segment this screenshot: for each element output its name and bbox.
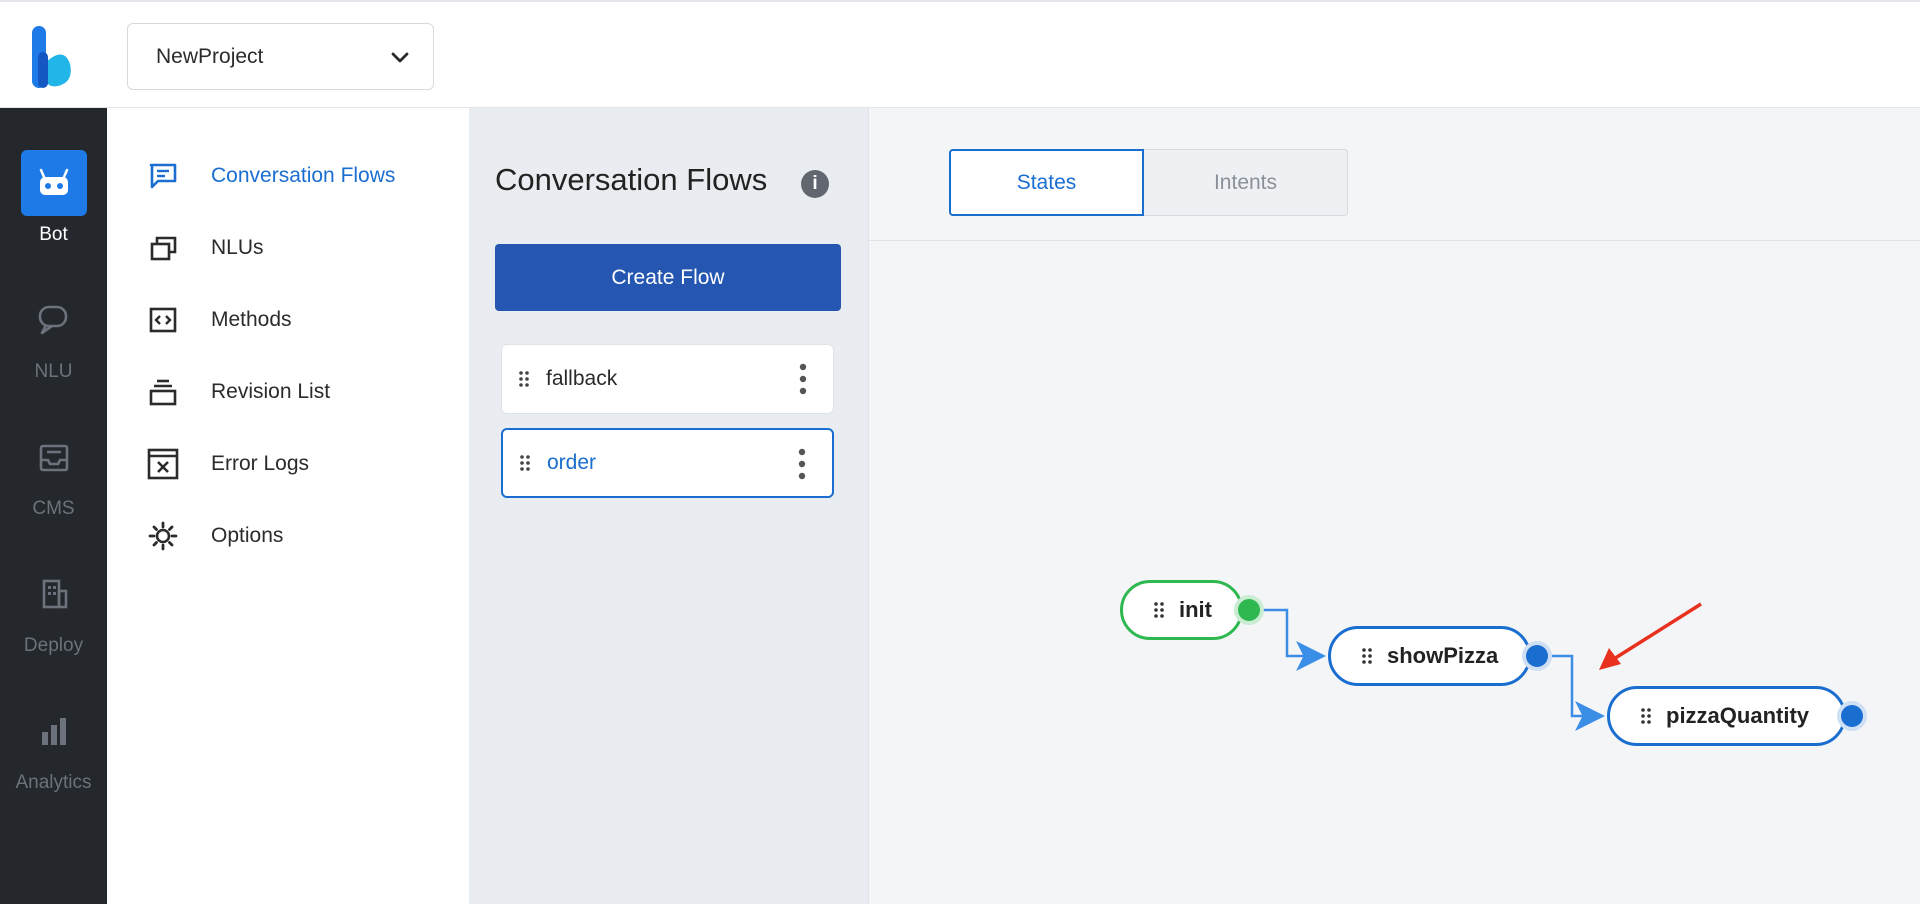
drag-handle-icon[interactable] [1153, 601, 1165, 619]
nav-label: NLUs [211, 236, 264, 259]
nav-label: Revision List [211, 380, 331, 403]
project-name: NewProject [156, 44, 264, 68]
nav-item-error-logs[interactable]: Error Logs [145, 444, 309, 484]
nav-item-options[interactable]: Options [145, 516, 283, 556]
annotation-arrow [1608, 602, 1702, 664]
state-node-showpizza[interactable]: showPizza [1328, 626, 1531, 686]
rail-label-nlu: NLU [34, 361, 73, 382]
primary-rail: Bot NLU CMS Deploy Analytics [0, 108, 107, 904]
output-port-init[interactable] [1238, 599, 1260, 621]
nav-label: Error Logs [211, 452, 310, 475]
nav-label: Methods [211, 308, 292, 331]
error-window-icon [145, 446, 181, 482]
panel-title: Conversation Flows [495, 162, 768, 197]
nav-item-conversation-flows[interactable]: Conversation Flows [145, 156, 395, 196]
layers-icon [145, 374, 181, 410]
message-square-icon [145, 158, 181, 194]
flow-item-fallback[interactable]: fallback [501, 344, 834, 414]
edge-showpizza-to-pizzaquantity [1549, 654, 1605, 731]
building-icon [21, 561, 87, 627]
secondary-nav: Conversation Flows NLUs Methods Revision… [107, 108, 469, 904]
nav-item-methods[interactable]: Methods [145, 300, 292, 340]
rail-label-deploy: Deploy [23, 635, 84, 656]
rail-item-analytics[interactable]: Analytics [0, 698, 107, 794]
drag-handle-icon[interactable] [519, 454, 531, 472]
drag-handle-icon[interactable] [518, 370, 530, 388]
edge-init-to-showpizza [1261, 608, 1326, 671]
gear-icon [145, 518, 181, 554]
nav-label: Conversation Flows [211, 164, 396, 187]
state-label: showPizza [1387, 643, 1499, 668]
annotation-arrowhead [1599, 648, 1621, 670]
flow-canvas[interactable]: States Intents init showPizza pizzaQuant… [869, 108, 1920, 904]
code-icon [145, 302, 181, 338]
more-vertical-icon[interactable] [799, 363, 807, 395]
state-node-pizzaquantity[interactable]: pizzaQuantity [1607, 686, 1846, 746]
output-port-pizzaquantity[interactable] [1841, 705, 1863, 727]
rail-label-analytics: Analytics [15, 772, 92, 793]
k-logo-icon[interactable] [28, 24, 78, 90]
top-header: NewProject [0, 0, 1920, 108]
state-node-init[interactable]: init [1120, 580, 1243, 640]
state-label: pizzaQuantity [1666, 703, 1810, 728]
flow-graph-edges [1261, 602, 1702, 731]
rail-item-bot[interactable]: Bot [0, 150, 107, 246]
inbox-icon [21, 424, 87, 490]
chevron-down-icon [391, 52, 409, 63]
flow-item-order[interactable]: order [501, 428, 834, 498]
state-label: init [1179, 597, 1212, 622]
rail-label-bot: Bot [39, 224, 68, 245]
rail-item-nlu[interactable]: NLU [0, 287, 107, 383]
nav-label: Options [211, 524, 284, 547]
rail-label-cms: CMS [32, 498, 75, 519]
drag-handle-icon[interactable] [1640, 707, 1652, 725]
more-vertical-icon[interactable] [798, 448, 806, 480]
flow-name: fallback [546, 367, 618, 390]
project-selector[interactable]: NewProject [127, 23, 434, 90]
drag-handle-icon[interactable] [1361, 647, 1373, 665]
chat-bubble-icon [21, 287, 87, 353]
rail-item-cms[interactable]: CMS [0, 424, 107, 520]
flow-name: order [547, 451, 597, 474]
copy-stack-icon [145, 230, 181, 266]
output-port-showpizza[interactable] [1526, 645, 1548, 667]
flows-panel: Conversation Flows i Create Flow fallbac… [469, 108, 869, 904]
bar-chart-icon [21, 698, 87, 764]
info-icon[interactable]: i [801, 170, 829, 198]
nav-item-revision-list[interactable]: Revision List [145, 372, 330, 412]
nav-item-nlus[interactable]: NLUs [145, 228, 264, 268]
robot-icon [20, 150, 87, 216]
create-flow-button[interactable]: Create Flow [495, 244, 841, 311]
rail-item-deploy[interactable]: Deploy [0, 561, 107, 657]
